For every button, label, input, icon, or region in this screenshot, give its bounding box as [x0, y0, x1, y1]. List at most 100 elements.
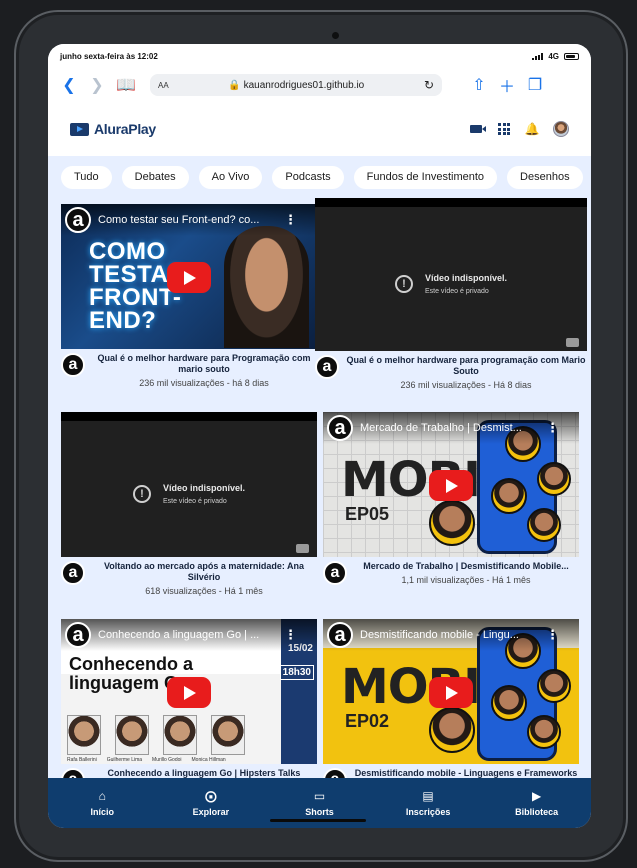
channel-logo-icon[interactable]: a	[65, 622, 91, 648]
back-icon[interactable]: ❮	[60, 75, 78, 95]
speaker-name: Murillo Godoi	[152, 757, 182, 763]
speakers	[67, 715, 245, 755]
thumbnail-episode: EP02	[345, 711, 390, 731]
new-tab-icon[interactable]: ＋	[498, 73, 516, 97]
bottom-nav: ⌂ Início ⨀ Explorar ▭ Shorts ▤ Inscriçõe…	[48, 778, 591, 828]
chip-podcasts[interactable]: Podcasts	[272, 165, 344, 189]
video-thumbnail[interactable]: COMO TESTAR FRONT-END? a Como testar seu…	[61, 204, 317, 349]
event-time: 18h30	[279, 665, 314, 680]
channel-avatar[interactable]: a	[61, 353, 85, 377]
apps-grid-icon[interactable]	[497, 122, 511, 136]
video-title[interactable]: Mercado de Trabalho | Desmistificando Mo…	[353, 561, 579, 572]
screen: junho sexta-feira às 12:02 4G ❮ ❯ 📖 AA 🔒…	[48, 44, 591, 828]
thumbnail-title[interactable]: Desmistificando mobile - Lingu...	[360, 629, 540, 641]
tv-icon: ▭	[313, 788, 326, 803]
video-title[interactable]: Voltando ao mercado após a maternidade: …	[91, 561, 317, 583]
youtube-logo-icon[interactable]	[296, 544, 309, 553]
library-icon: ▶	[532, 788, 542, 803]
bell-icon[interactable]: 🔔	[525, 122, 540, 136]
thumbnail-title[interactable]: Mercado de Trabalho | Desmist...	[360, 422, 540, 434]
browser-toolbar: ❮ ❯ 📖 AA 🔒 kauanrodrigues01.github.io ↻ …	[48, 68, 591, 102]
more-icon[interactable]: ⋮	[546, 627, 559, 643]
category-bar: Tudo Debates Ao Vivo Podcasts Fundos de …	[48, 156, 591, 198]
video-camera-icon[interactable]	[469, 122, 486, 136]
private-text: Este vídeo é privado	[162, 497, 227, 505]
video-thumbnail[interactable]: ! Vídeo indisponível. Este vídeo é priva…	[315, 198, 587, 351]
app-logo[interactable]: AluraPlay	[70, 121, 156, 137]
avatar[interactable]	[553, 121, 569, 137]
nav-explorar[interactable]: ⨀ Explorar	[171, 788, 251, 817]
private-text: Este vídeo é privado	[424, 287, 489, 295]
video-card[interactable]: ! Vídeo indisponível. Este vídeo é priva…	[61, 412, 317, 596]
play-button-icon[interactable]	[429, 470, 473, 501]
speaker-name: Rafa Ballerini	[67, 757, 97, 763]
video-card[interactable]: MOBILE EP05 a Mercado de Trabalho | Desm…	[323, 412, 579, 585]
nav-label: Início	[90, 806, 115, 817]
status-bar: junho sexta-feira às 12:02 4G	[48, 44, 591, 68]
thumbnail-episode: EP05	[345, 504, 390, 524]
more-icon[interactable]: ⋮	[284, 212, 297, 228]
video-title[interactable]: Qual é o melhor hardware para Programaçã…	[91, 353, 317, 375]
channel-avatar[interactable]: a	[315, 355, 339, 379]
play-button-icon[interactable]	[167, 262, 211, 293]
front-camera	[332, 32, 339, 39]
video-stats: 236 mil visualizações - há 8 dias	[139, 378, 269, 388]
video-thumbnail[interactable]: MOBILE EP05 a Mercado de Trabalho | Desm…	[323, 412, 579, 557]
share-icon[interactable]: ⇧	[470, 75, 488, 95]
channel-logo-icon[interactable]: a	[65, 207, 91, 233]
video-title[interactable]: Qual é o melhor hardware para programaçã…	[345, 355, 587, 377]
video-thumbnail[interactable]: ! Vídeo indisponível. Este vídeo é priva…	[61, 412, 317, 557]
video-card[interactable]: Conhecendo a linguagem Go 15/02 18h30 Ra…	[61, 619, 317, 792]
nav-inicio[interactable]: ⌂ Início	[62, 788, 142, 817]
compass-icon: ⨀	[204, 788, 217, 803]
play-button-icon[interactable]	[167, 677, 211, 708]
app-name: AluraPlay	[94, 121, 156, 137]
more-icon[interactable]: ⋮	[284, 627, 297, 643]
video-thumbnail[interactable]: Conhecendo a linguagem Go 15/02 18h30 Ra…	[61, 619, 317, 764]
status-time: junho sexta-feira às 12:02	[60, 51, 158, 61]
network-type: 4G	[548, 51, 559, 61]
address-bar[interactable]: AA 🔒 kauanrodrigues01.github.io ↻	[150, 74, 442, 96]
tabs-icon[interactable]: ❐	[526, 75, 544, 95]
home-indicator[interactable]	[270, 819, 366, 822]
nav-inscricoes[interactable]: ▤ Inscrições	[388, 789, 468, 817]
video-card[interactable]: MOBILE EP02 a Desmistificando mobile - L…	[323, 619, 579, 792]
bookmarks-icon[interactable]: 📖	[116, 75, 136, 95]
alert-icon: !	[132, 484, 151, 503]
text-size-button[interactable]: AA	[158, 81, 169, 90]
play-logo-icon	[70, 122, 89, 136]
channel-avatar[interactable]: a	[323, 561, 347, 585]
home-icon: ⌂	[98, 788, 106, 803]
alert-icon: !	[394, 274, 413, 293]
video-card[interactable]: COMO TESTAR FRONT-END? a Como testar seu…	[61, 204, 317, 388]
nav-shorts[interactable]: ▭ Shorts	[279, 788, 359, 817]
speaker-name: Guilherme Lima	[106, 757, 143, 763]
nav-biblioteca[interactable]: ▶ Biblioteca	[497, 788, 577, 817]
more-icon[interactable]: ⋮	[546, 420, 559, 436]
chip-fundos[interactable]: Fundos de Investimento	[353, 165, 498, 189]
play-button-icon[interactable]	[429, 677, 473, 708]
thumbnail-title[interactable]: Como testar seu Front-end? co...	[98, 214, 278, 226]
channel-avatar[interactable]: a	[61, 561, 85, 585]
video-stats: 1,1 mil visualizações - Há 1 mês	[401, 575, 531, 585]
chip-ao-vivo[interactable]: Ao Vivo	[198, 165, 263, 189]
chip-tudo[interactable]: Tudo	[61, 165, 112, 189]
nav-label: Inscrições	[405, 806, 451, 817]
channel-logo-icon[interactable]: a	[327, 622, 353, 648]
channel-logo-icon[interactable]: a	[327, 415, 353, 441]
speaker-name: Monica Hillman	[191, 757, 226, 763]
app-header: AluraPlay 🔔	[48, 102, 591, 156]
thumbnail-title[interactable]: Conhecendo a linguagem Go | ...	[98, 629, 278, 641]
signal-icon	[532, 52, 544, 60]
video-card[interactable]: ! Vídeo indisponível. Este vídeo é priva…	[315, 198, 587, 390]
forward-icon[interactable]: ❯	[88, 75, 106, 95]
thumbnail-text: COMO TESTAR FRONT-END?	[89, 238, 187, 334]
unavailable-text: Vídeo indisponível.	[424, 272, 507, 283]
reload-icon[interactable]: ↻	[424, 78, 434, 92]
nav-label: Explorar	[192, 806, 230, 817]
chip-desenhos[interactable]: Desenhos	[507, 165, 583, 189]
chip-debates[interactable]: Debates	[121, 165, 189, 189]
video-thumbnail[interactable]: MOBILE EP02 a Desmistificando mobile - L…	[323, 619, 579, 764]
youtube-logo-icon[interactable]	[566, 338, 579, 347]
url-text: kauanrodrigues01.github.io	[243, 79, 365, 91]
